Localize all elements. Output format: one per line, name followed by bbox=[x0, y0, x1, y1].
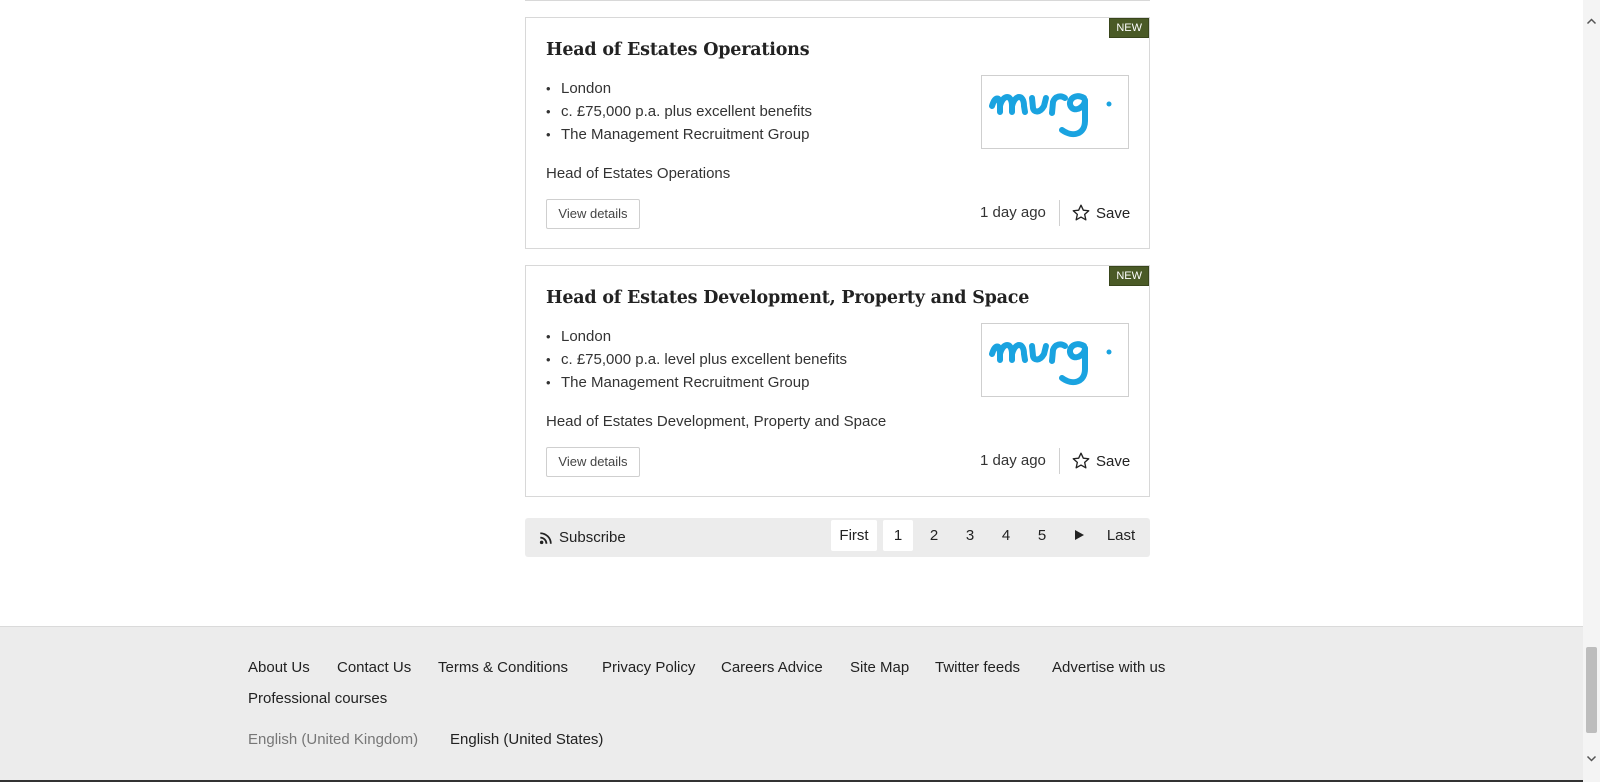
scrollbar[interactable] bbox=[1583, 0, 1600, 782]
posted-date: 1 day ago bbox=[980, 204, 1046, 221]
star-icon bbox=[1072, 452, 1090, 469]
bullet-icon: • bbox=[546, 104, 551, 119]
bullet-icon: • bbox=[546, 375, 551, 390]
job-card: NEW Head of Estates Operations • London •… bbox=[525, 17, 1150, 249]
job-title-link[interactable]: Head of Estates Operations bbox=[546, 40, 810, 60]
star-icon bbox=[1072, 204, 1090, 221]
chevron-down-icon[interactable] bbox=[1586, 753, 1597, 764]
job-meta-list: • London • c. £75,000 p.a. level plus exce… bbox=[546, 325, 847, 394]
scrollbar-thumb[interactable] bbox=[1586, 647, 1597, 733]
pagination-bar: Subscribe First 1 2 3 4 5 Last bbox=[525, 518, 1150, 557]
chevron-up-icon[interactable] bbox=[1586, 16, 1597, 27]
bullet-icon: • bbox=[546, 329, 551, 344]
job-location-text: London bbox=[561, 80, 612, 97]
save-label: Save bbox=[1096, 452, 1131, 470]
new-badge: NEW bbox=[1109, 18, 1149, 38]
bullet-icon: • bbox=[546, 352, 551, 367]
footer-link-contact-us[interactable]: Contact Us bbox=[337, 659, 411, 676]
recruiter-logo[interactable] bbox=[981, 323, 1129, 397]
subscribe-label: Subscribe bbox=[559, 529, 626, 546]
page-3-link[interactable]: 3 bbox=[958, 520, 982, 551]
play-icon bbox=[1075, 530, 1084, 540]
page: NEW Head of Estates Operations • London •… bbox=[0, 0, 1583, 782]
job-location: • London bbox=[546, 325, 847, 348]
footer-link-terms[interactable]: Terms & Conditions bbox=[438, 659, 568, 676]
save-label: Save bbox=[1096, 204, 1131, 222]
job-location: • London bbox=[546, 77, 812, 100]
footer-link-about-us[interactable]: About Us bbox=[248, 659, 310, 676]
job-recruiter-text: The Management Recruitment Group bbox=[561, 374, 810, 391]
footer-link-twitter-feeds[interactable]: Twitter feeds bbox=[935, 659, 1020, 676]
job-recruiter: • The Management Recruitment Group bbox=[546, 371, 847, 394]
job-title-link[interactable]: Head of Estates Development, Property an… bbox=[546, 288, 1029, 308]
language-current: English (United Kingdom) bbox=[248, 731, 419, 748]
next-page-button[interactable] bbox=[1067, 520, 1091, 551]
job-description: Head of Estates Development, Property an… bbox=[546, 413, 887, 430]
footer-link-site-map[interactable]: Site Map bbox=[850, 659, 909, 676]
first-page-link[interactable]: First bbox=[831, 520, 877, 551]
view-details-button[interactable]: View details bbox=[546, 447, 640, 477]
divider bbox=[1059, 448, 1060, 474]
previous-card-border bbox=[525, 0, 1150, 1]
page-1-current[interactable]: 1 bbox=[883, 520, 913, 551]
footer-link-professional-courses[interactable]: Professional courses bbox=[248, 690, 387, 707]
job-salary: • c. £75,000 p.a. plus excellent benefits bbox=[546, 100, 812, 123]
page-5-link[interactable]: 5 bbox=[1030, 520, 1054, 551]
footer-link-privacy[interactable]: Privacy Policy bbox=[602, 659, 695, 676]
page-4-link[interactable]: 4 bbox=[994, 520, 1018, 551]
new-badge: NEW bbox=[1109, 266, 1149, 286]
subscribe-link[interactable]: Subscribe bbox=[539, 518, 626, 557]
view-details-button[interactable]: View details bbox=[546, 199, 640, 229]
job-salary-text: c. £75,000 p.a. level plus excellent ben… bbox=[561, 351, 848, 368]
recruiter-logo[interactable] bbox=[981, 75, 1129, 149]
job-salary: • c. £75,000 p.a. level plus excellent be… bbox=[546, 348, 847, 371]
bullet-icon: • bbox=[546, 81, 551, 96]
last-page-link[interactable]: Last bbox=[1104, 520, 1138, 551]
job-recruiter-text: The Management Recruitment Group bbox=[561, 126, 810, 143]
job-location-text: London bbox=[561, 328, 612, 345]
rss-icon bbox=[539, 531, 552, 544]
divider bbox=[1059, 200, 1060, 226]
site-footer: About Us Contact Us Terms & Conditions P… bbox=[0, 626, 1583, 782]
job-salary-text: c. £75,000 p.a. plus excellent benefits bbox=[561, 103, 813, 120]
bullet-icon: • bbox=[546, 127, 551, 142]
job-description: Head of Estates Operations bbox=[546, 165, 731, 182]
language-switch-link[interactable]: English (United States) bbox=[450, 731, 603, 748]
mrg-logo-icon bbox=[989, 93, 1112, 138]
posted-date: 1 day ago bbox=[980, 452, 1046, 469]
page-2-link[interactable]: 2 bbox=[922, 520, 946, 551]
mrg-logo-icon bbox=[989, 341, 1112, 386]
job-meta-list: • London • c. £75,000 p.a. plus excellent … bbox=[546, 77, 812, 146]
save-job-button[interactable]: Save bbox=[1071, 448, 1130, 474]
job-recruiter: • The Management Recruitment Group bbox=[546, 123, 812, 146]
job-card: NEW Head of Estates Development, Propert… bbox=[525, 265, 1150, 497]
footer-link-advertise[interactable]: Advertise with us bbox=[1052, 659, 1165, 676]
footer-link-careers-advice[interactable]: Careers Advice bbox=[721, 659, 823, 676]
save-job-button[interactable]: Save bbox=[1071, 200, 1130, 226]
